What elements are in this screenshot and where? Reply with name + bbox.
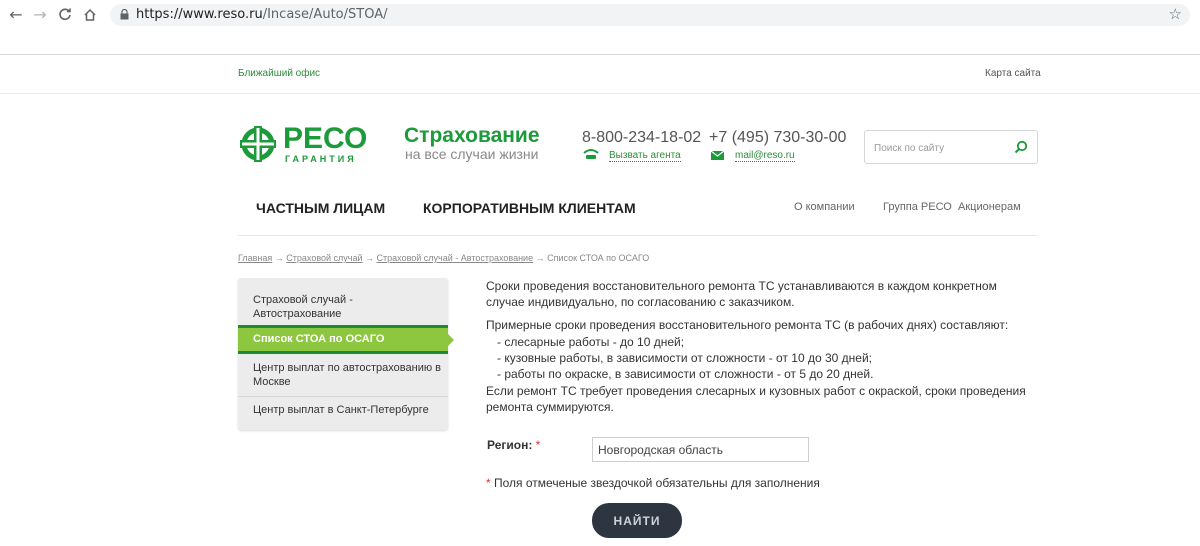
main-content: Сроки проведения восстановительного ремо… xyxy=(486,278,1036,415)
logo-wordmark: РЕСО xyxy=(283,122,368,155)
sidebar-item-label: Список СТОА по ОСАГО xyxy=(253,333,385,345)
breadcrumb-separator: → xyxy=(533,253,548,263)
lock-icon xyxy=(120,9,129,20)
call-agent-link[interactable]: Вызвать агента xyxy=(609,150,681,162)
nav-divider xyxy=(238,235,1038,236)
url-text: https://www.reso.ru/Incase/Auto/STOA/ xyxy=(136,7,388,22)
breadcrumb: Главная → Страховой случай → Страховой с… xyxy=(238,253,649,263)
site-search xyxy=(864,130,1038,164)
reso-logo-icon xyxy=(240,126,276,162)
breadcrumb-current: Список СТОА по ОСАГО xyxy=(547,253,650,263)
slogan-title: Страхование xyxy=(404,124,540,147)
region-field[interactable] xyxy=(592,437,809,462)
header-divider xyxy=(0,93,1200,94)
arrow-left-icon[interactable]: ← xyxy=(6,5,26,25)
sidebar-item-auto-insurance[interactable]: Страховой случай - Автострахование xyxy=(253,293,433,321)
nav-reso-group[interactable]: Группа РЕСО xyxy=(883,201,952,213)
reso-logo[interactable]: РЕСО ГАРАНТИЯ xyxy=(239,122,379,164)
list-item: - работы по окраске, в зависимости от сл… xyxy=(497,367,874,381)
required-asterisk: * xyxy=(535,438,541,452)
slogan-subtitle: на все случаи жизни xyxy=(405,146,539,162)
list-item: - кузовные работы, в зависимости от слож… xyxy=(497,351,872,365)
home-icon[interactable] xyxy=(80,5,100,25)
search-icon[interactable] xyxy=(1014,140,1028,154)
arrow-right-icon[interactable]: → xyxy=(30,5,50,25)
agent-icon xyxy=(583,149,599,159)
phone-moscow: +7 (495) 730-30-00 xyxy=(709,129,847,146)
required-asterisk: * xyxy=(486,476,491,490)
breadcrumb-insured-event[interactable]: Страховой случай xyxy=(286,253,362,263)
phone-hotline: 8-800-234-18-02 xyxy=(582,129,702,146)
mail-icon xyxy=(711,151,724,160)
repair-terms-intro: Сроки проведения восстановительного ремо… xyxy=(486,279,997,309)
reload-icon[interactable] xyxy=(55,5,75,25)
sidebar-menu: Страховой случай - Автострахование Списо… xyxy=(238,278,454,430)
breadcrumb-auto-insurance[interactable]: Страховой случай - Автострахование xyxy=(377,253,534,263)
active-pointer xyxy=(448,334,454,346)
list-item: - слесарные работы - до 10 дней; xyxy=(497,335,685,349)
sidebar-item-stoa-list[interactable]: Список СТОА по ОСАГО xyxy=(238,325,454,354)
breadcrumb-home[interactable]: Главная xyxy=(238,253,272,263)
sidebar-item-moscow-center[interactable]: Центр выплат по автострахованию в Москве xyxy=(253,361,443,389)
sitemap-link[interactable]: Карта сайта xyxy=(985,68,1041,79)
repair-terms-heading: Примерные сроки проведения восстановител… xyxy=(486,318,1009,332)
top-links-bar: Ближайший офис Карта сайта xyxy=(0,55,1200,95)
browser-toolbar: ← → https://www.reso.ru/Incase/Auto/STOA… xyxy=(0,0,1200,30)
region-label: Регион: * xyxy=(487,438,541,452)
nav-corporate-clients[interactable]: КОРПОРАТИВНЫМ КЛИЕНТАМ xyxy=(423,200,636,216)
address-bar[interactable]: https://www.reso.ru/Incase/Auto/STOA/ ☆ xyxy=(110,4,1190,26)
logo-subtitle: ГАРАНТИЯ xyxy=(285,154,357,164)
star-icon[interactable]: ☆ xyxy=(1169,5,1182,23)
nearest-office-link[interactable]: Ближайший офис xyxy=(238,68,320,79)
nav-shareholders[interactable]: Акционерам xyxy=(958,201,1021,213)
breadcrumb-separator: → xyxy=(272,253,287,263)
search-input[interactable] xyxy=(874,140,1014,156)
breadcrumb-separator: → xyxy=(362,253,377,263)
search-submit-button[interactable]: НАЙТИ xyxy=(592,503,682,538)
sidebar-item-spb-center[interactable]: Центр выплат в Санкт-Петербурге xyxy=(253,403,443,417)
repair-terms-note: Если ремонт ТС требует проведения слесар… xyxy=(486,384,1026,414)
nav-about-company[interactable]: О компании xyxy=(794,201,855,213)
sidebar-divider xyxy=(238,396,448,397)
email-link[interactable]: mail@reso.ru xyxy=(735,150,795,162)
required-fields-note: * Поля отмеченые звездочкой обязательны … xyxy=(486,476,820,490)
nav-private-clients[interactable]: ЧАСТНЫМ ЛИЦАМ xyxy=(256,200,385,216)
